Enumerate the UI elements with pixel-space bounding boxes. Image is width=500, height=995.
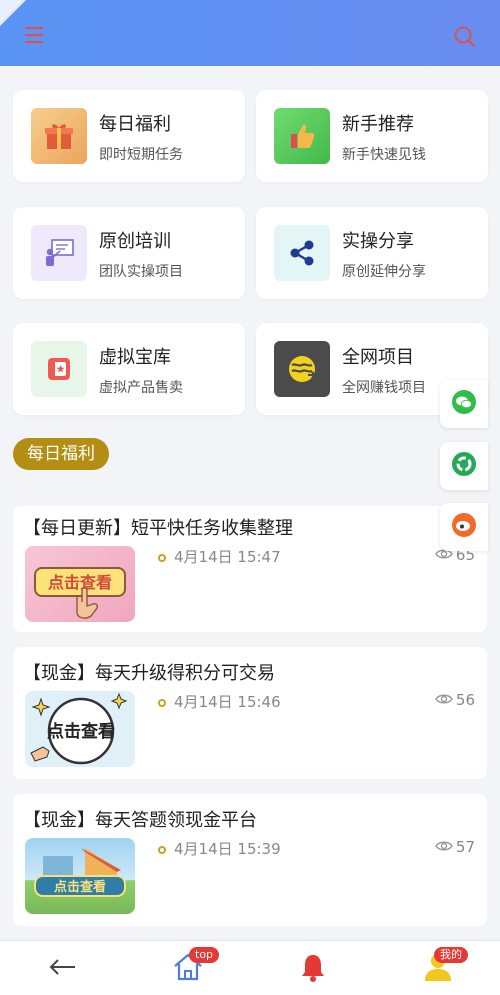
article-title[interactable]: 【现金】每天升级得积分可交易 — [23, 659, 275, 685]
views-count: 57 — [435, 838, 475, 856]
views-count: 56 — [435, 691, 475, 709]
section-badge[interactable]: 每日福利 — [13, 438, 109, 470]
time-dot — [158, 846, 166, 854]
article-time: 4月14日 15:46 — [174, 693, 281, 711]
nav-profile[interactable]: 我的 — [375, 941, 500, 995]
thumb-label: 点击查看 — [54, 879, 106, 895]
category-title: 虚拟宝库 — [99, 347, 171, 368]
weibo-icon — [451, 512, 477, 542]
category-card-virtual-treasure[interactable]: 虚拟宝库 虚拟产品售卖 — [13, 323, 245, 415]
profile-badge: 我的 — [434, 947, 468, 963]
category-card-newbie[interactable]: 新手推荐 新手快速见钱 — [256, 90, 488, 182]
nav-home[interactable]: top — [125, 941, 250, 995]
views-value: 56 — [455, 691, 475, 709]
article-time: 4月14日 15:47 — [174, 548, 281, 566]
nav-back[interactable] — [0, 941, 125, 995]
wechat-share-button[interactable] — [440, 380, 488, 428]
article-item[interactable]: 【现金】每天升级得积分可交易 点击查看 4月14日 15:46 56 — [13, 647, 487, 779]
category-subtitle: 虚拟产品售卖 — [99, 380, 183, 396]
bell-icon — [300, 952, 326, 986]
share-icon — [274, 225, 330, 281]
category-subtitle: 原创延伸分享 — [342, 264, 426, 280]
article-item[interactable]: 【现金】每天答题领现金平台 点击查看 4月14日 15:39 57 — [13, 794, 487, 926]
gift-icon — [31, 108, 87, 164]
home-badge: top — [189, 947, 220, 963]
time-dot — [158, 554, 166, 562]
menu-icon[interactable] — [22, 24, 48, 46]
moments-icon — [451, 451, 477, 481]
category-subtitle: 即时短期任务 — [99, 147, 183, 163]
moments-share-button[interactable] — [440, 442, 488, 490]
category-card-training[interactable]: 原创培训 团队实操项目 — [13, 207, 245, 299]
globe-icon — [274, 341, 330, 397]
corner-fold — [0, 0, 26, 26]
thumbs-up-icon — [274, 108, 330, 164]
nav-notifications[interactable] — [250, 941, 375, 995]
category-title: 实操分享 — [342, 231, 414, 252]
category-title: 每日福利 — [99, 114, 171, 135]
article-title[interactable]: 【每日更新】短平快任务收集整理 — [23, 514, 293, 540]
article-thumbnail[interactable]: 点击查看 — [25, 691, 135, 767]
eye-icon — [435, 691, 453, 709]
category-card-daily-welfare[interactable]: 每日福利 即时短期任务 — [13, 90, 245, 182]
thumb-label: 点击查看 — [48, 573, 112, 592]
article-time: 4月14日 15:39 — [174, 840, 281, 858]
article-title[interactable]: 【现金】每天答题领现金平台 — [23, 806, 257, 832]
thumb-label: 点击查看 — [47, 721, 115, 742]
weibo-share-button[interactable] — [440, 503, 488, 551]
views-value: 57 — [455, 838, 475, 856]
app-header — [0, 0, 500, 66]
treasure-icon — [31, 341, 87, 397]
search-icon[interactable] — [452, 24, 478, 50]
eye-icon — [435, 838, 453, 856]
wechat-icon — [451, 389, 477, 419]
article-item[interactable]: 【每日更新】短平快任务收集整理 点击查看 4月14日 15:47 65 — [13, 506, 487, 632]
back-arrow-icon — [48, 957, 78, 981]
training-icon — [31, 225, 87, 281]
category-subtitle: 团队实操项目 — [99, 264, 183, 280]
article-thumbnail[interactable]: 点击查看 — [25, 838, 135, 914]
category-card-share[interactable]: 实操分享 原创延伸分享 — [256, 207, 488, 299]
bottom-nav: top 我的 — [0, 940, 500, 995]
category-subtitle: 全网赚钱项目 — [342, 380, 426, 396]
category-subtitle: 新手快速见钱 — [342, 147, 426, 163]
category-title: 新手推荐 — [342, 114, 414, 135]
time-dot — [158, 699, 166, 707]
category-title: 原创培训 — [99, 231, 171, 252]
category-title: 全网项目 — [342, 347, 414, 368]
article-thumbnail[interactable]: 点击查看 — [25, 546, 135, 622]
